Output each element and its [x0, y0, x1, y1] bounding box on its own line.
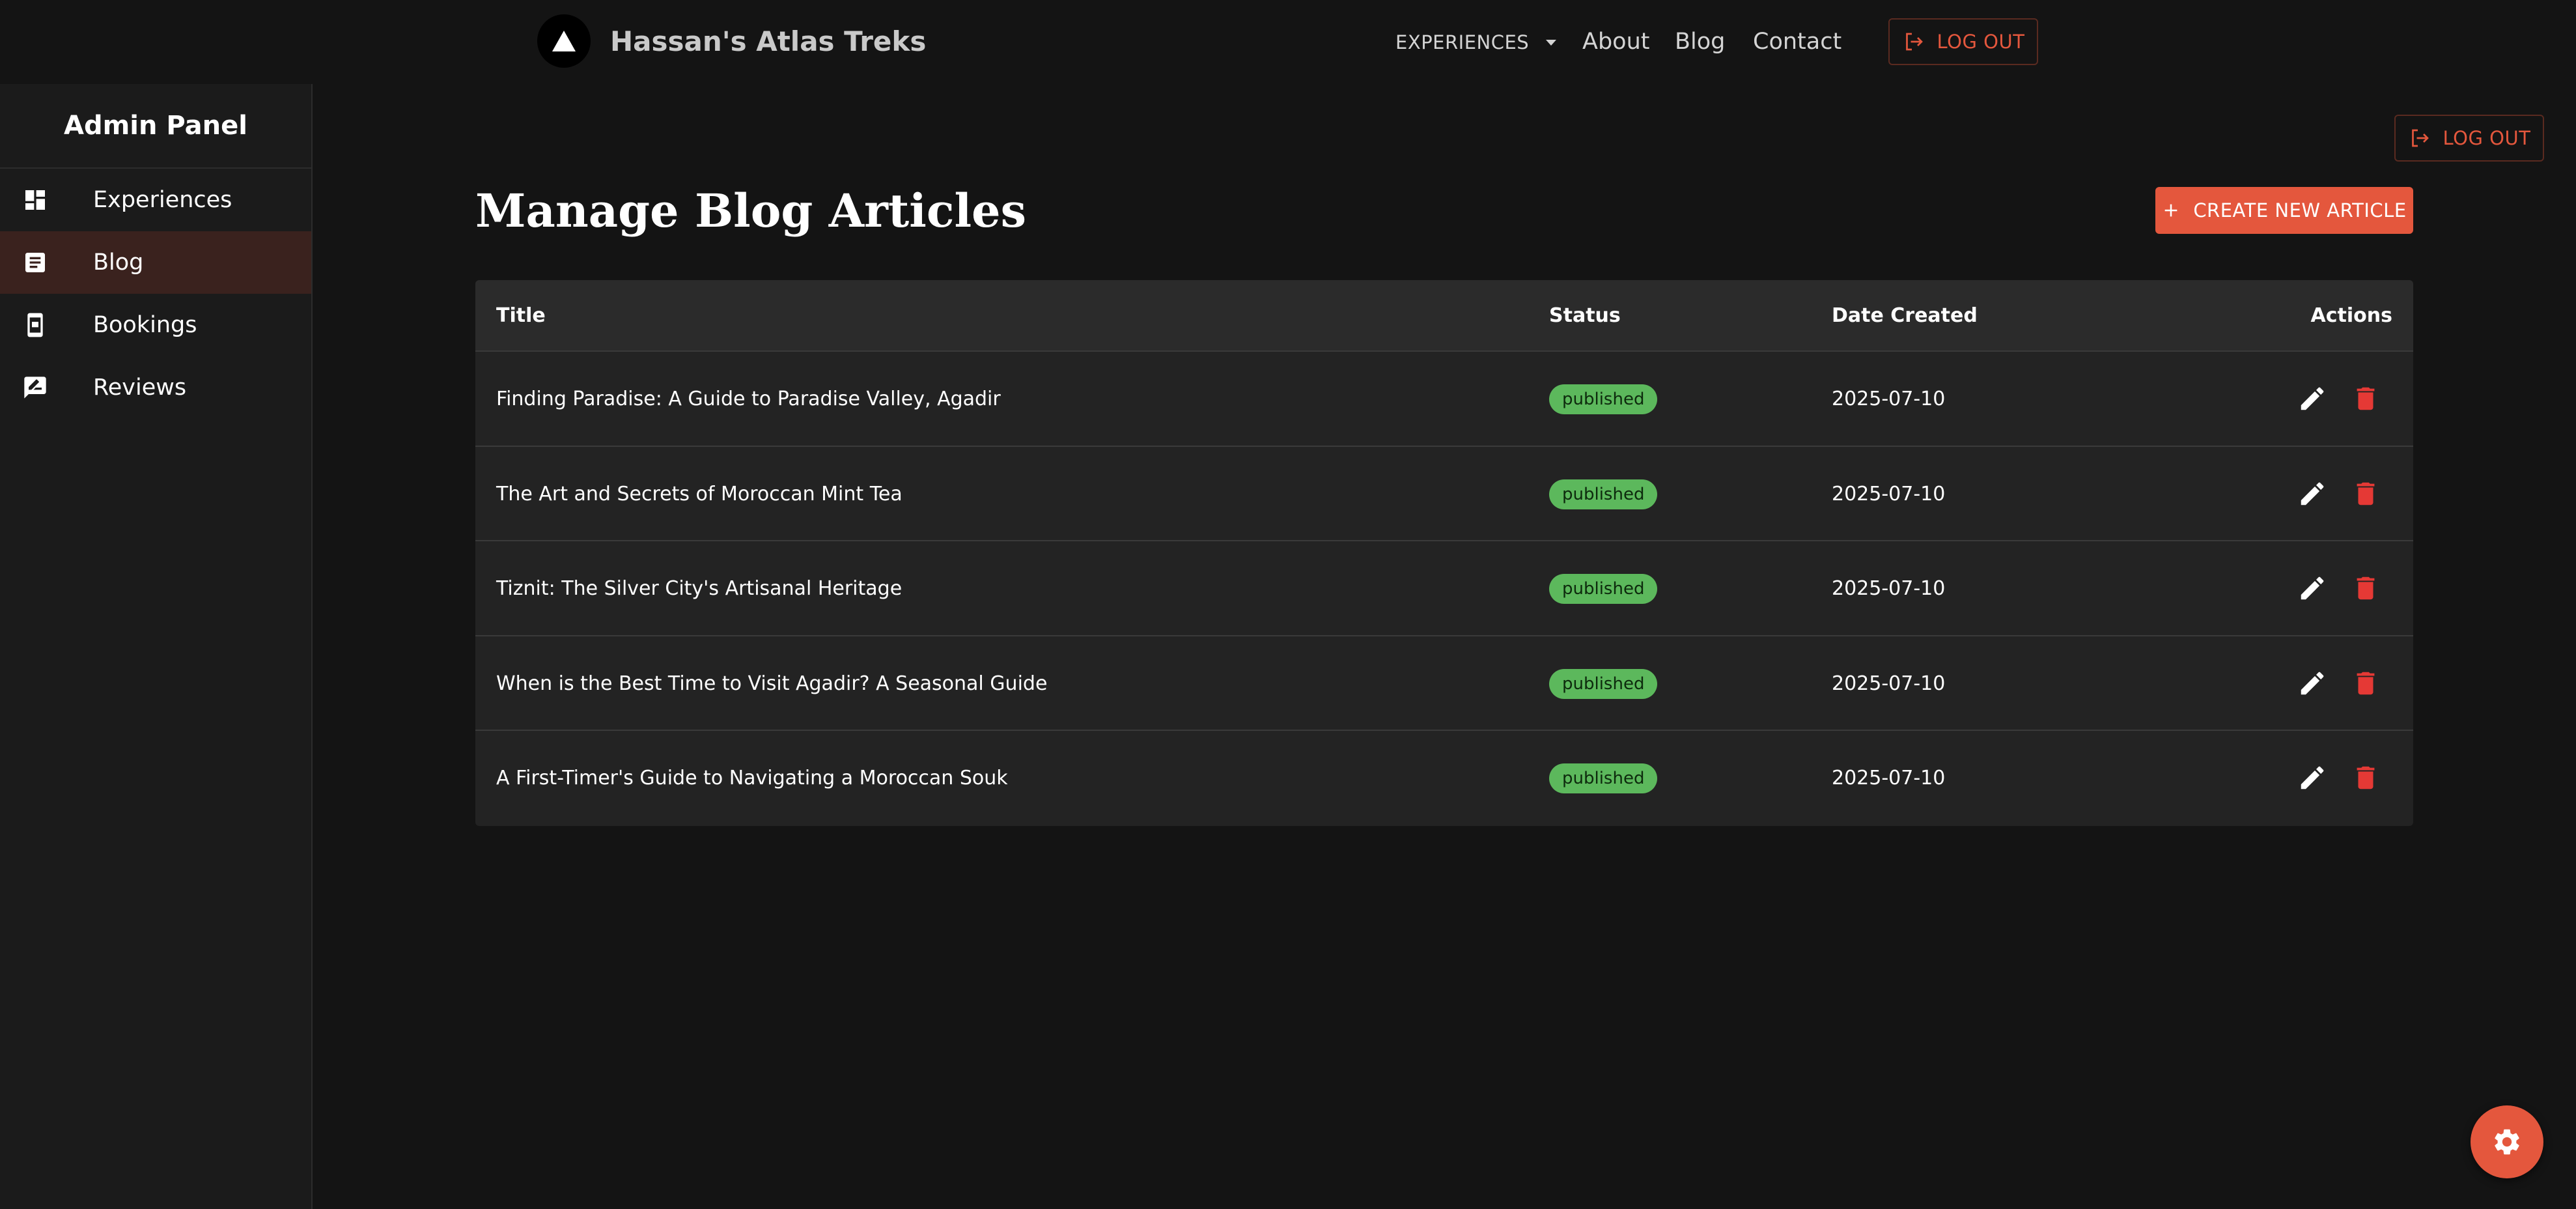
main-logout-label: LOG OUT: [2443, 127, 2531, 149]
sidebar-item-label: Bookings: [93, 312, 197, 338]
sidebar-item-bookings[interactable]: Bookings: [0, 294, 311, 356]
mountain-logo-icon: [552, 31, 576, 51]
logout-icon: [2411, 129, 2429, 147]
edit-icon[interactable]: [2297, 384, 2327, 414]
sidebar-item-reviews[interactable]: Reviews: [0, 356, 311, 419]
header-title: Title: [496, 304, 546, 327]
nav-contact-link[interactable]: Contact: [1753, 25, 1841, 59]
sidebar-item-label: Blog: [93, 249, 144, 276]
table-row: The Art and Secrets of Moroccan Mint Tea…: [475, 447, 2413, 541]
create-new-article-label: CREATE NEW ARTICLE: [2193, 199, 2407, 221]
nav-experiences-dropdown[interactable]: EXPERIENCES: [1395, 26, 1557, 59]
admin-sidebar: Admin Panel Experiences Blog Bookings Re…: [0, 84, 313, 1209]
sidebar-item-label: Experiences: [93, 187, 232, 213]
delete-icon[interactable]: [2351, 668, 2381, 698]
sidebar-item-blog[interactable]: Blog: [0, 231, 311, 294]
settings-fab-button[interactable]: [2471, 1105, 2543, 1178]
nav-experiences-label: EXPERIENCES: [1395, 31, 1530, 53]
date-created: 2025-07-10: [1832, 767, 1946, 789]
delete-icon[interactable]: [2351, 479, 2381, 509]
date-created: 2025-07-10: [1832, 672, 1946, 695]
edit-icon[interactable]: [2297, 763, 2327, 793]
edit-icon[interactable]: [2297, 573, 2327, 603]
status-badge: published: [1549, 763, 1658, 793]
brand-name[interactable]: Hassan's Atlas Treks: [610, 22, 926, 61]
article-title: A First-Timer's Guide to Navigating a Mo…: [496, 767, 1008, 789]
status-badge: published: [1549, 479, 1658, 509]
logo[interactable]: [537, 14, 591, 68]
plus-icon: [2164, 204, 2177, 217]
page-title: Manage Blog Articles: [475, 184, 1026, 238]
sidebar-item-label: Reviews: [93, 375, 187, 401]
header-date-created: Date Created: [1832, 304, 1978, 327]
nav-about-link[interactable]: About: [1582, 25, 1649, 59]
create-new-article-button[interactable]: CREATE NEW ARTICLE: [2155, 187, 2413, 234]
caret-down-icon: [1546, 39, 1557, 46]
logout-icon: [1905, 33, 1923, 51]
articles-table: Title Status Date Created Actions Findin…: [475, 280, 2413, 826]
delete-icon[interactable]: [2351, 573, 2381, 603]
rate-review-icon: [24, 377, 46, 399]
header-actions: Actions: [2310, 304, 2392, 327]
status-badge: published: [1549, 384, 1658, 414]
dashboard-icon: [25, 190, 45, 210]
table-row: Finding Paradise: A Guide to Paradise Va…: [475, 352, 2413, 447]
delete-icon[interactable]: [2351, 384, 2381, 414]
sidebar-title: Admin Panel: [0, 84, 311, 169]
article-title: When is the Best Time to Visit Agadir? A…: [496, 672, 1048, 695]
edit-icon[interactable]: [2297, 668, 2327, 698]
edit-icon[interactable]: [2297, 479, 2327, 509]
gear-icon: [2495, 1129, 2519, 1155]
article-title: The Art and Secrets of Moroccan Mint Tea: [496, 482, 903, 505]
sidebar-item-experiences[interactable]: Experiences: [0, 169, 311, 231]
nav-blog-link[interactable]: Blog: [1675, 25, 1725, 59]
article-icon: [25, 253, 45, 272]
date-created: 2025-07-10: [1832, 388, 1946, 410]
header-status: Status: [1549, 304, 1621, 327]
nav-logout-label: LOG OUT: [1937, 31, 2025, 53]
table-row: A First-Timer's Guide to Navigating a Mo…: [475, 731, 2413, 826]
article-title: Finding Paradise: A Guide to Paradise Va…: [496, 388, 1001, 410]
status-badge: published: [1549, 668, 1658, 699]
date-created: 2025-07-10: [1832, 482, 1946, 505]
status-badge: published: [1549, 574, 1658, 604]
date-created: 2025-07-10: [1832, 577, 1946, 600]
delete-icon[interactable]: [2351, 763, 2381, 793]
main-logout-button[interactable]: LOG OUT: [2394, 115, 2544, 162]
nav-logout-button[interactable]: LOG OUT: [1888, 18, 2038, 65]
table-header: Title Status Date Created Actions: [475, 280, 2413, 352]
booking-icon: [27, 313, 43, 337]
article-title: Tiznit: The Silver City's Artisanal Heri…: [496, 577, 903, 600]
table-row: When is the Best Time to Visit Agadir? A…: [475, 636, 2413, 731]
top-navbar: Hassan's Atlas Treks EXPERIENCES About B…: [0, 0, 2576, 84]
table-row: Tiznit: The Silver City's Artisanal Heri…: [475, 541, 2413, 636]
